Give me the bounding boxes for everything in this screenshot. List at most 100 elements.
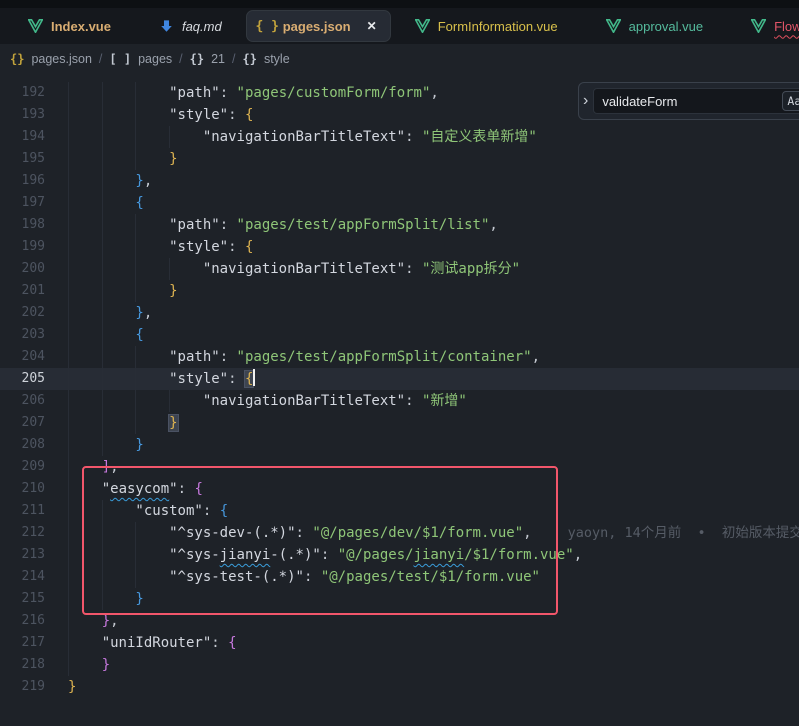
code-line-203[interactable]: 203{ <box>0 324 799 346</box>
token: } <box>135 173 143 189</box>
line-number: 196 <box>0 170 45 192</box>
code-editor[interactable]: 192"path": "pages/customForm/form",193"s… <box>0 74 799 698</box>
breadcrumb-item[interactable]: pages <box>138 52 172 66</box>
code-line-199[interactable]: 199"style": { <box>0 236 799 258</box>
indent-guide <box>135 236 169 258</box>
token: "pages/test/appFormSplit/container" <box>237 349 532 365</box>
code-line-204[interactable]: 204"path": "pages/test/appFormSplit/cont… <box>0 346 799 368</box>
token: } <box>169 415 177 431</box>
indent-guide <box>102 148 136 170</box>
token: "navigationBarTitleText" <box>203 393 405 409</box>
token: , <box>430 85 438 101</box>
code-content: } <box>45 280 178 302</box>
find-expand-chevron-icon[interactable]: › <box>583 92 588 110</box>
token: : <box>405 129 422 145</box>
tab-pages-json[interactable]: { }pages.json✕ <box>246 10 391 42</box>
code-line-210[interactable]: 210"easycom": { <box>0 478 799 500</box>
token: , <box>574 547 582 563</box>
code-line-198[interactable]: 198"path": "pages/test/appFormSplit/list… <box>0 214 799 236</box>
breadcrumb-item[interactable]: style <box>264 52 290 66</box>
line-number: 219 <box>0 676 45 698</box>
titlebar-strip <box>0 0 799 8</box>
breadcrumb-symbol-icon: {} <box>190 52 204 66</box>
token: } <box>102 657 110 673</box>
indent-guide <box>68 434 102 456</box>
breadcrumb-item[interactable]: 21 <box>211 52 225 66</box>
code-line-206[interactable]: 206"navigationBarTitleText": "新增" <box>0 390 799 412</box>
breadcrumb-item[interactable]: pages.json <box>31 52 91 66</box>
line-number: 209 <box>0 456 45 478</box>
indent-guide <box>68 104 102 126</box>
tab-flowinfo-vu[interactable]: FlowInfo.vu <box>727 8 799 44</box>
indent-guide <box>68 346 102 368</box>
token: } <box>135 591 143 607</box>
breadcrumb-separator: / <box>179 52 182 66</box>
code-line-218[interactable]: 218} <box>0 654 799 676</box>
code-line-201[interactable]: 201} <box>0 280 799 302</box>
token: : <box>405 261 422 277</box>
token: : <box>203 503 220 519</box>
token: "测试app拆分" <box>422 261 520 277</box>
token: { <box>245 107 253 123</box>
tab-approval-vue[interactable]: approval.vue <box>582 8 727 44</box>
code-line-217[interactable]: 217"uniIdRouter": { <box>0 632 799 654</box>
code-line-211[interactable]: 211"custom": { <box>0 500 799 522</box>
token: { <box>220 503 228 519</box>
code-line-197[interactable]: 197{ <box>0 192 799 214</box>
tab-index-vue[interactable]: Index.vue <box>4 8 135 44</box>
indent-guide <box>135 148 169 170</box>
indent-guide <box>135 280 169 302</box>
code-line-196[interactable]: 196}, <box>0 170 799 192</box>
code-line-205[interactable]: 205"style": { <box>0 368 799 390</box>
token: , <box>489 217 497 233</box>
code-line-209[interactable]: 209], <box>0 456 799 478</box>
code-line-215[interactable]: 215} <box>0 588 799 610</box>
line-number: 192 <box>0 82 45 104</box>
line-number: 197 <box>0 192 45 214</box>
code-content: } <box>45 148 178 170</box>
token: " <box>169 481 177 497</box>
token: : <box>296 525 313 541</box>
find-input[interactable] <box>602 94 778 109</box>
code-line-213[interactable]: 213"^sys-jianyi-(.*)": "@/pages/jianyi/$… <box>0 544 799 566</box>
code-line-216[interactable]: 216}, <box>0 610 799 632</box>
find-widget: › Aa ab .* <box>578 82 799 120</box>
token: } <box>68 679 76 695</box>
code-line-214[interactable]: 214"^sys-test-(.*)": "@/pages/test/$1/fo… <box>0 566 799 588</box>
code-line-212[interactable]: 212"^sys-dev-(.*)": "@/pages/dev/$1/form… <box>0 522 799 544</box>
token: "自定义表单新增" <box>422 129 537 145</box>
indent-guide <box>68 478 102 500</box>
line-number: 203 <box>0 324 45 346</box>
indent-guide <box>135 544 169 566</box>
close-icon[interactable]: ✕ <box>367 19 377 33</box>
tab-faq-md[interactable]: faq.md <box>135 8 246 44</box>
code-content: }, <box>45 610 119 632</box>
line-number: 193 <box>0 104 45 126</box>
match-case-button[interactable]: Aa <box>782 91 799 111</box>
line-number: 198 <box>0 214 45 236</box>
code-line-219[interactable]: 219} <box>0 676 799 698</box>
indent-guide <box>102 324 136 346</box>
code-line-194[interactable]: 194"navigationBarTitleText": "自定义表单新增" <box>0 126 799 148</box>
tab-label: approval.vue <box>629 19 703 34</box>
code-line-208[interactable]: 208} <box>0 434 799 456</box>
code-line-207[interactable]: 207} <box>0 412 799 434</box>
indent-guide <box>102 390 136 412</box>
token: : <box>178 481 195 497</box>
line-number: 199 <box>0 236 45 258</box>
indent-guide <box>68 148 102 170</box>
tab-forminformation-vue[interactable]: FormInformation.vue <box>391 8 582 44</box>
code-line-202[interactable]: 202}, <box>0 302 799 324</box>
indent-guide <box>68 126 102 148</box>
indent-guide <box>68 390 102 412</box>
code-line-195[interactable]: 195} <box>0 148 799 170</box>
indent-guide <box>102 82 136 104</box>
indent-guide <box>135 522 169 544</box>
line-number: 212 <box>0 522 45 544</box>
code-line-200[interactable]: 200"navigationBarTitleText": "测试app拆分" <box>0 258 799 280</box>
indent-guide <box>102 214 136 236</box>
token: { <box>245 239 253 255</box>
token: "@/pages/ <box>338 547 414 563</box>
indent-guide <box>102 302 136 324</box>
token: { <box>245 371 253 387</box>
